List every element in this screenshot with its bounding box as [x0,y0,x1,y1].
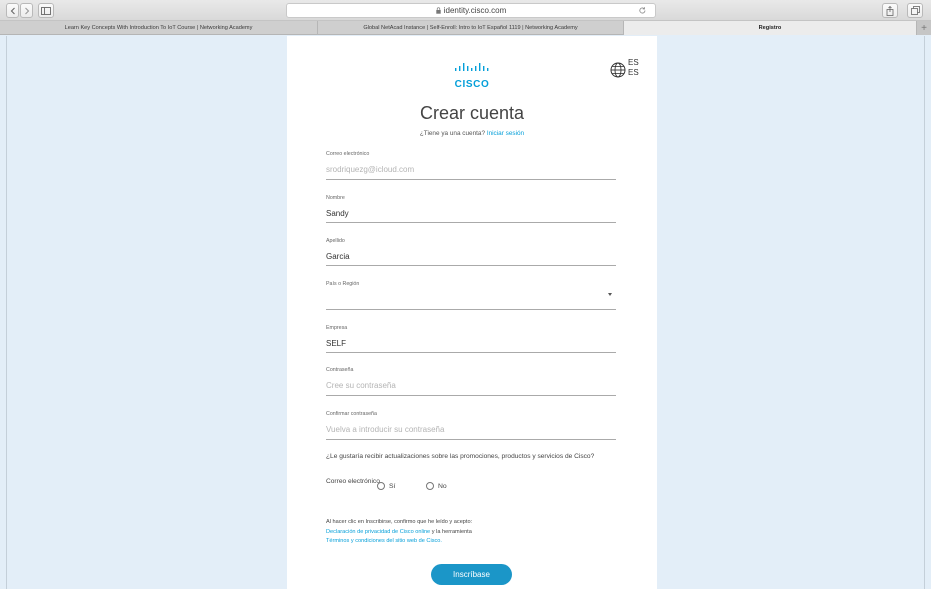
radio-yes-circle[interactable] [377,482,385,490]
password-label: Contraseña [326,367,354,373]
email-input[interactable]: srodriquezg@icloud.com [326,165,414,174]
first-name-label: Nombre [326,195,345,201]
chevron-right-icon [24,7,29,14]
page-border-left [6,36,7,589]
radio-no-circle[interactable] [426,482,434,490]
forward-button[interactable] [20,3,33,18]
radio-no[interactable]: No [426,482,447,490]
language-code-bottom: ES [628,68,639,77]
signin-prompt: ¿Tiene ya una cuenta? Iniciar sesión [287,130,657,137]
password-underline [326,395,616,396]
sidebar-icon [41,6,51,15]
privacy-statement-link[interactable]: Declaración de privacidad de Cisco onlin… [326,529,430,535]
cisco-wordmark: CISCO [454,79,490,90]
back-button[interactable] [6,3,19,18]
tabs-overview-button[interactable] [907,3,923,18]
tab-registro[interactable]: Registro [624,21,917,35]
company-underline [326,352,616,353]
address-bar[interactable]: identity.cisco.com [286,3,656,18]
globe-icon [610,62,626,78]
page-viewport: CISCO ES ES Crear cuenta ¿Tiene ya una c… [0,36,931,589]
country-select[interactable]: País o Región [326,281,616,311]
confirm-password-label: Confirmar contraseña [326,411,377,417]
company-input[interactable]: SELF [326,339,346,348]
tab-netacad-enroll[interactable]: Global NetAcad Instance | Self-Enroll: I… [318,21,624,35]
updates-question: ¿Le gustaría recibir actualizaciones sob… [326,453,595,460]
first-name-field[interactable]: Nombre Sandy [326,195,616,225]
page-border-right [924,36,925,589]
password-field[interactable]: Contraseña Cree su contraseña [326,367,616,397]
language-selector[interactable]: ES ES [610,58,640,82]
lock-icon [436,7,441,14]
radio-yes-label: Sí [389,482,396,490]
last-name-label: Apellido [326,238,345,244]
last-name-input[interactable]: Garcia [326,252,350,261]
email-field[interactable]: Correo electrónico srodriquezg@icloud.co… [326,151,616,181]
first-name-input[interactable]: Sandy [326,209,349,218]
consent-intro: Al hacer clic en Inscribirse, confirmo q… [326,519,473,525]
cisco-bridge-icon [455,63,489,71]
consent-connector: y la herramienta [431,528,472,535]
reload-icon[interactable] [638,6,647,15]
share-button[interactable] [882,3,898,18]
share-icon [886,5,894,16]
terms-link[interactable]: Términos y condiciones del sitio web de … [326,537,626,547]
radio-yes[interactable]: Sí [377,482,395,490]
sidebar-button[interactable] [38,3,54,18]
confirm-password-input[interactable]: Vuelva a introducir su contraseña [326,425,444,434]
page-title: Crear cuenta [419,103,525,123]
last-name-underline [326,265,616,266]
cisco-logo[interactable]: CISCO [447,60,497,90]
tab-iot-course[interactable]: Learn Key Concepts With Introduction To … [0,21,318,35]
radio-no-label: No [438,482,447,490]
url-text: identity.cisco.com [443,6,507,15]
confirm-password-field[interactable]: Confirmar contraseña Vuelva a introducir… [326,411,616,441]
country-underline [326,309,616,310]
signup-button[interactable]: Inscríbase [431,564,512,585]
consent-text: Al hacer clic en Inscribirse, confirmo q… [326,518,626,547]
have-account-text: ¿Tiene ya una cuenta? [419,130,486,137]
confirm-password-underline [326,439,616,440]
company-field[interactable]: Empresa SELF [326,325,616,355]
tab-strip: Learn Key Concepts With Introduction To … [0,21,931,35]
first-name-underline [326,222,616,223]
company-label: Empresa [326,325,348,331]
new-tab-button[interactable]: + [917,21,931,35]
last-name-field[interactable]: Apellido Garcia [326,238,616,268]
browser-toolbar: identity.cisco.com [0,0,931,21]
signin-link[interactable]: Iniciar sesión [487,130,524,137]
email-label: Correo electrónico [326,151,370,157]
tabs-icon [910,6,920,15]
chevron-down-icon[interactable] [608,293,612,296]
country-label: País o Región [326,281,360,287]
chevron-left-icon [10,7,15,14]
password-input[interactable]: Cree su contraseña [326,381,396,390]
language-code-top: ES [628,58,639,67]
email-underline [326,179,616,180]
signup-card: CISCO ES ES Crear cuenta ¿Tiene ya una c… [287,36,657,589]
